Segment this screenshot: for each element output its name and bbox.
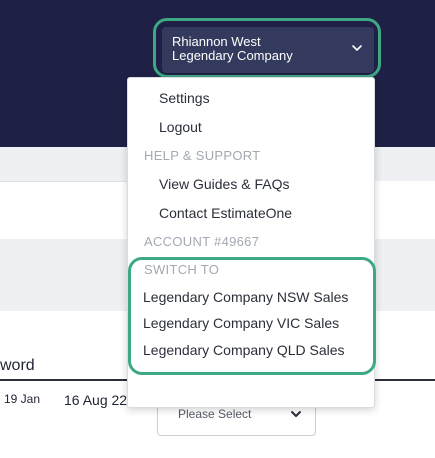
account-dropdown-menu: Settings Logout HELP & SUPPORT View Guid…: [127, 77, 375, 408]
account-company-name: Legendary Company: [172, 48, 293, 63]
menu-item-guides[interactable]: View Guides & FAQs: [159, 176, 289, 192]
switch-item-vic[interactable]: Legendary Company VIC Sales: [143, 315, 339, 331]
account-user-name: Rhiannon West: [172, 34, 261, 49]
switch-item-nsw[interactable]: Legendary Company NSW Sales: [143, 289, 348, 305]
menu-account-number: ACCOUNT #49667: [144, 234, 260, 249]
chevron-down-icon: [352, 45, 362, 51]
column-underline-right: [370, 379, 435, 381]
menu-item-settings[interactable]: Settings: [159, 90, 210, 106]
switch-item-qld[interactable]: Legendary Company QLD Sales: [143, 342, 345, 358]
menu-section-switch: SWITCH TO: [144, 262, 220, 277]
select-placeholder: Please Select: [178, 407, 252, 421]
account-switcher-button[interactable]: Rhiannon West Legendary Company: [162, 27, 374, 73]
table-cell-date: 19 Jan: [4, 392, 41, 406]
menu-item-logout[interactable]: Logout: [159, 119, 202, 135]
table-column-header: word: [0, 357, 35, 374]
table-cell-date-secondary: 16 Aug 22: [64, 392, 128, 408]
chevron-down-icon: [291, 411, 301, 417]
menu-item-contact[interactable]: Contact EstimateOne: [159, 205, 292, 221]
menu-section-help: HELP & SUPPORT: [144, 148, 261, 163]
